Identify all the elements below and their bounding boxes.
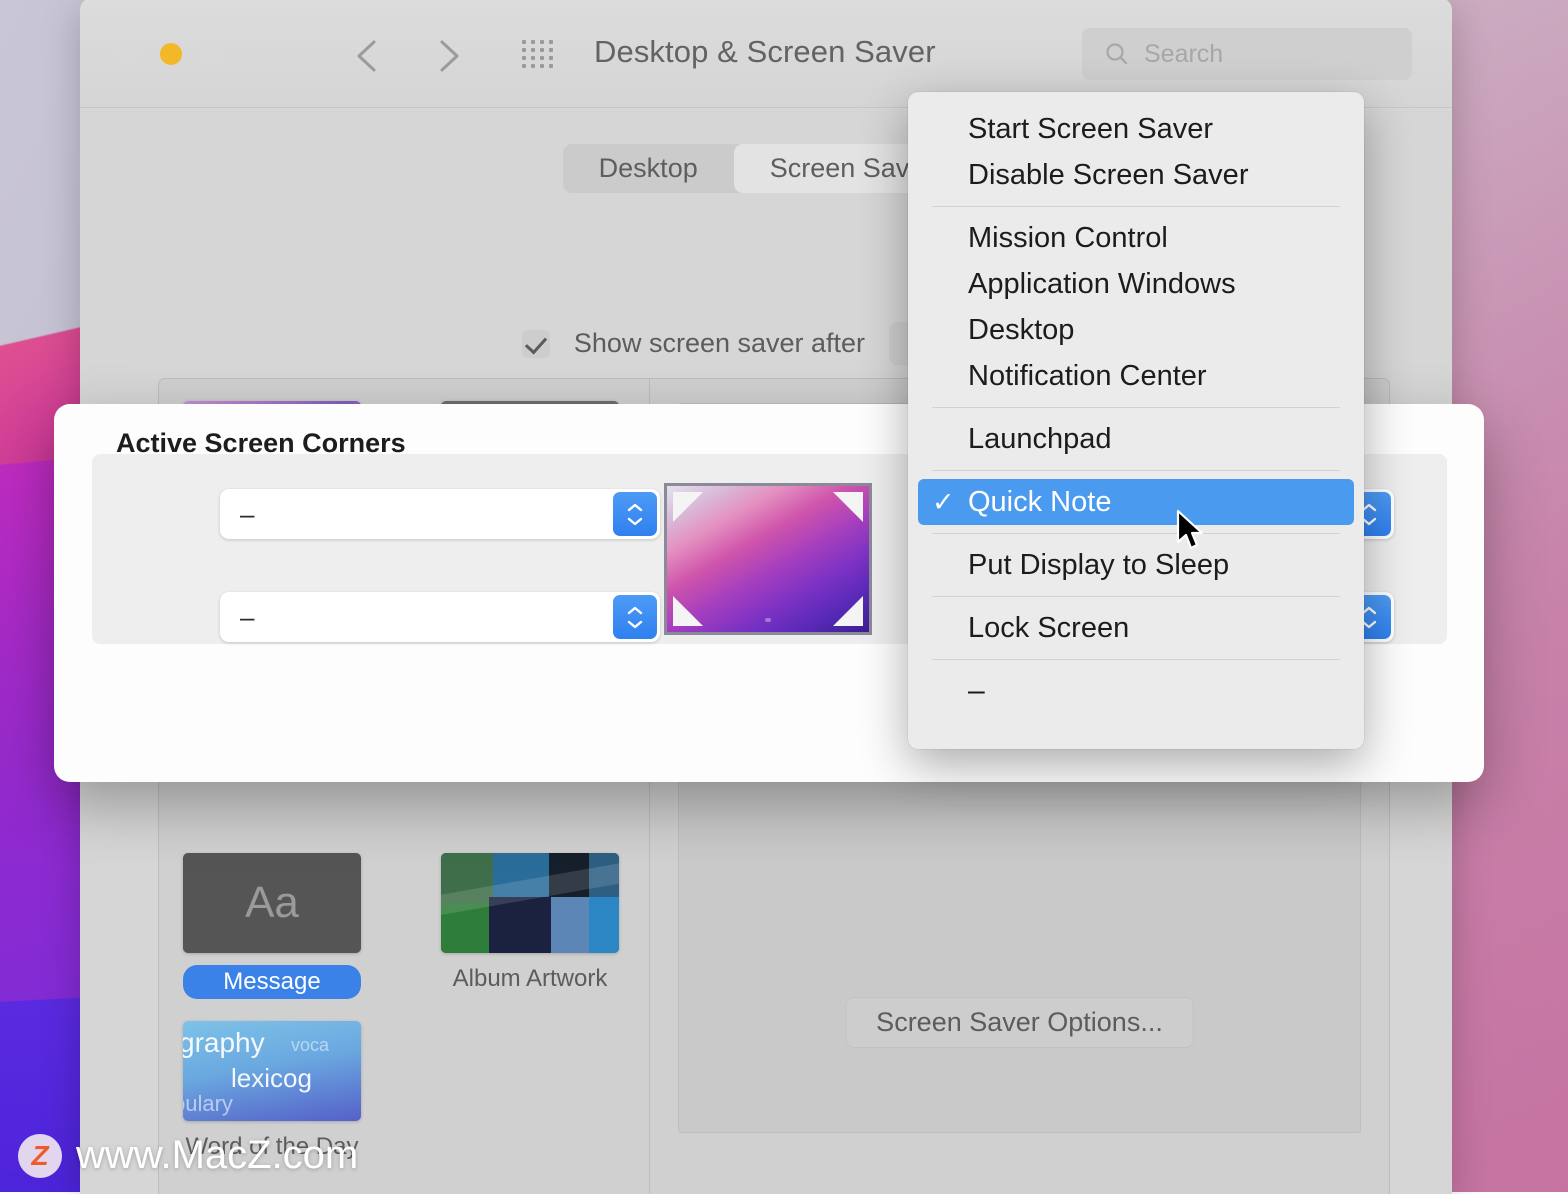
menu-label-desktop: Desktop bbox=[968, 314, 1074, 347]
word-art-3: lexicog bbox=[231, 1063, 312, 1094]
menu-label-lock-screen: Lock Screen bbox=[968, 612, 1129, 645]
menu-item-none[interactable]: – bbox=[918, 668, 1354, 714]
menu-item-application-windows[interactable]: Application Windows bbox=[918, 261, 1354, 307]
menu-item-notification-center[interactable]: Notification Center bbox=[918, 353, 1354, 399]
search-field[interactable]: Search bbox=[1082, 28, 1412, 80]
hot-corner-value-top-left: – bbox=[240, 499, 254, 530]
hot-corner-action-menu: Start Screen Saver Disable Screen Saver … bbox=[908, 92, 1364, 749]
menu-item-lock-screen[interactable]: Lock Screen bbox=[918, 605, 1354, 651]
search-placeholder: Search bbox=[1144, 40, 1223, 69]
message-aa-text: Aa bbox=[245, 878, 299, 928]
search-icon bbox=[1104, 41, 1130, 67]
saver-label-message: Message bbox=[183, 965, 361, 999]
hot-corner-popup-top-left[interactable]: – bbox=[220, 489, 660, 539]
tab-desktop[interactable]: Desktop bbox=[563, 144, 734, 193]
screen-corners-monitor-preview bbox=[664, 483, 872, 635]
corner-marker-top-right bbox=[833, 492, 863, 522]
macz-logo-icon: Z bbox=[18, 1134, 62, 1178]
menu-label-mission-control: Mission Control bbox=[968, 222, 1168, 255]
menu-separator-4 bbox=[932, 533, 1340, 534]
menu-label-notification-center: Notification Center bbox=[968, 360, 1207, 393]
menu-item-launchpad[interactable]: Launchpad bbox=[918, 416, 1354, 462]
minimize-button[interactable] bbox=[160, 43, 182, 65]
menu-item-desktop[interactable]: Desktop bbox=[918, 307, 1354, 353]
menu-separator-6 bbox=[932, 659, 1340, 660]
menu-item-mission-control[interactable]: Mission Control bbox=[918, 215, 1354, 261]
hot-corner-popup-bottom-left[interactable]: – bbox=[220, 592, 660, 642]
menu-separator-1 bbox=[932, 206, 1340, 207]
saver-thumbnail-word-of-the-day: graphy voca lexicog bulary bbox=[183, 1021, 361, 1121]
menu-separator-5 bbox=[932, 596, 1340, 597]
menu-label-start-screen-saver: Start Screen Saver bbox=[968, 113, 1213, 146]
menu-label-disable-screen-saver: Disable Screen Saver bbox=[968, 159, 1248, 192]
word-art-1: graphy bbox=[183, 1027, 265, 1059]
watermark-text: www.MacZ.com bbox=[76, 1133, 358, 1178]
forward-button[interactable] bbox=[434, 36, 464, 76]
show-all-grid-icon[interactable] bbox=[522, 40, 562, 70]
traffic-lights bbox=[118, 43, 224, 65]
menu-item-quick-note[interactable]: ✓ Quick Note bbox=[918, 479, 1354, 525]
corner-marker-bottom-left bbox=[673, 596, 703, 626]
screen-saver-options-button[interactable]: Screen Saver Options... bbox=[845, 997, 1194, 1048]
close-button[interactable] bbox=[118, 43, 140, 65]
menu-item-start-screen-saver[interactable]: Start Screen Saver bbox=[918, 106, 1354, 152]
menu-separator-2 bbox=[932, 407, 1340, 408]
show-screen-saver-after-checkbox[interactable] bbox=[522, 330, 550, 358]
saver-item-album-artwork[interactable]: Album Artwork bbox=[441, 853, 619, 999]
zoom-button[interactable] bbox=[202, 43, 224, 65]
saver-thumbnail-message: Aa bbox=[183, 853, 361, 953]
saver-label-album-artwork: Album Artwork bbox=[441, 965, 619, 993]
saver-item-message[interactable]: Aa Message bbox=[183, 853, 361, 999]
stepper-bottom-left[interactable] bbox=[613, 595, 657, 639]
navigation-arrows bbox=[352, 36, 464, 76]
menu-label-none: – bbox=[968, 674, 985, 708]
menu-label-launchpad: Launchpad bbox=[968, 423, 1112, 456]
window-title: Desktop & Screen Saver bbox=[594, 34, 936, 70]
menu-label-application-windows: Application Windows bbox=[968, 268, 1236, 301]
corner-marker-top-left bbox=[673, 492, 703, 522]
menu-label-quick-note: Quick Note bbox=[968, 486, 1111, 519]
menu-item-put-display-to-sleep[interactable]: Put Display to Sleep bbox=[918, 542, 1354, 588]
stepper-top-left[interactable] bbox=[613, 492, 657, 536]
word-art-4: bulary bbox=[183, 1091, 233, 1117]
menu-separator-3 bbox=[932, 470, 1340, 471]
mouse-cursor bbox=[1176, 509, 1206, 558]
monitor-stand bbox=[765, 618, 771, 622]
menu-item-disable-screen-saver[interactable]: Disable Screen Saver bbox=[918, 152, 1354, 198]
back-button[interactable] bbox=[352, 36, 382, 76]
checkmark-icon: ✓ bbox=[932, 487, 968, 518]
word-art-2: voca bbox=[291, 1035, 329, 1056]
corner-marker-bottom-right bbox=[833, 596, 863, 626]
hot-corner-value-bottom-left: – bbox=[240, 602, 254, 633]
show-after-label: Show screen saver after bbox=[574, 328, 865, 359]
saver-thumbnail-album-artwork bbox=[441, 853, 619, 953]
site-watermark: Z www.MacZ.com bbox=[18, 1133, 358, 1178]
